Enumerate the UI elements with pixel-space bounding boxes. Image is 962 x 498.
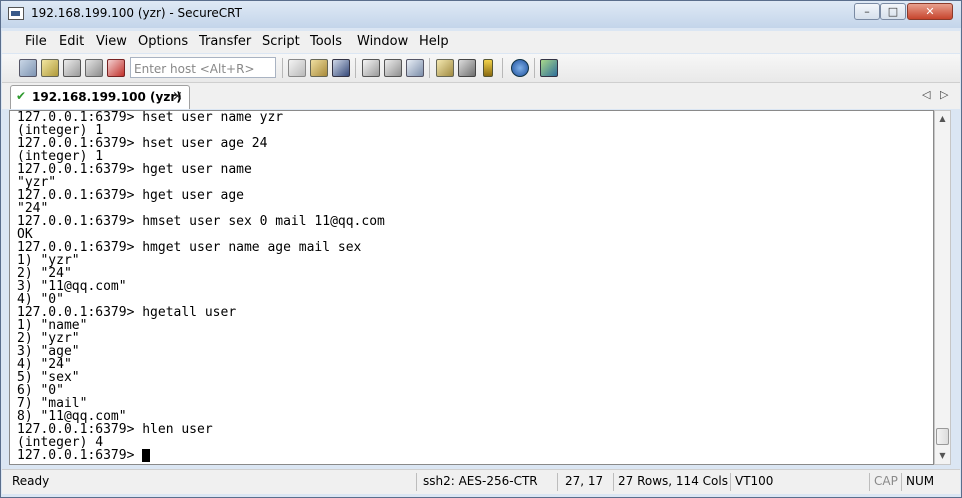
status-divider [416,473,417,491]
connected-check-icon: ✔ [16,89,27,103]
toolbar-separator [502,58,503,78]
terminal-prompt: 127.0.0.1:6379> [17,448,143,463]
terminal-line: 127.0.0.1:6379> hget user age [17,188,244,203]
terminal-prompt-line: 127.0.0.1:6379> [17,449,385,462]
close-button[interactable]: ✕ [907,3,953,20]
menu-view[interactable]: View [96,34,127,49]
session-tab-strip: ✔ 192.168.199.100 (yzr) × ◁ ▷ [2,83,960,109]
menu-script[interactable]: Script [262,34,300,49]
status-terminal-type: VT100 [735,474,774,488]
terminal-line: 3) "11@qq.com" [17,279,127,294]
tab-scroll-right-icon[interactable]: ▷ [940,88,948,101]
terminal-line: 3) "age" [17,344,80,359]
reconnect-icon[interactable] [85,59,103,77]
help-icon[interactable] [511,59,529,77]
scroll-down-icon[interactable]: ▼ [935,448,950,464]
status-divider [869,473,870,491]
status-divider [730,473,731,491]
log-session-icon[interactable] [406,59,424,77]
toolbar-separator [282,58,283,78]
find-icon[interactable] [332,59,350,77]
window-title: 192.168.199.100 (yzr) - SecureCRT [31,6,242,20]
maximize-button[interactable]: □ [880,3,906,20]
terminal-line: 127.0.0.1:6379> hget user name [17,162,252,177]
minimize-button[interactable]: – [854,3,880,20]
title-bar[interactable]: 192.168.199.100 (yzr) - SecureCRT – □ ✕ [1,1,961,28]
menu-tools[interactable]: Tools [310,34,342,49]
securecrt-window: 192.168.199.100 (yzr) - SecureCRT – □ ✕ … [0,0,962,498]
toolbar [2,54,960,83]
terminal-scrollbar[interactable]: ▲ ▼ [934,110,951,465]
paste-icon[interactable] [310,59,328,77]
menu-bar: File Edit View Options Transfer Script T… [2,31,960,53]
menu-transfer[interactable]: Transfer [199,34,251,49]
quick-connect-icon[interactable] [41,59,59,77]
keymap-icon[interactable] [483,59,493,77]
sftp-icon[interactable] [540,59,558,77]
menu-file[interactable]: File [25,34,47,49]
text-cursor [142,449,151,462]
status-num-lock: NUM [906,474,935,488]
terminal-output: 127.0.0.1:6379> hset user name yzr (integ… [17,111,385,462]
status-terminal-size: 27 Rows, 114 Cols [618,474,728,488]
toolbar-separator [534,58,535,78]
disconnect-icon[interactable] [107,59,125,77]
session-tab-label: 192.168.199.100 (yzr) [32,90,182,104]
connect-icon[interactable] [19,59,37,77]
menu-window[interactable]: Window [357,34,408,49]
session-tab[interactable]: ✔ 192.168.199.100 (yzr) × [10,85,190,109]
status-divider [613,473,614,491]
terminal-line: 127.0.0.1:6379> hmset user sex 0 mail 11… [17,214,385,229]
status-encryption: ssh2: AES-256-CTR [423,474,538,488]
print-screen-icon[interactable] [384,59,402,77]
toolbar-separator [429,58,430,78]
status-cursor-position: 27, 17 [565,474,604,488]
menu-help[interactable]: Help [419,34,449,49]
tab-close-icon[interactable]: × [172,89,183,104]
securecrt-app-icon[interactable] [8,7,24,20]
connect-in-tab-icon[interactable] [63,59,81,77]
print-icon[interactable] [362,59,380,77]
global-options-icon[interactable] [458,59,476,77]
session-options-icon[interactable] [436,59,454,77]
scroll-up-icon[interactable]: ▲ [935,111,950,127]
terminal-view[interactable]: 127.0.0.1:6379> hset user name yzr (integ… [9,110,934,465]
terminal-line: 1) "yzr" [17,253,80,268]
status-ready: Ready [12,474,50,488]
status-bar: Ready ssh2: AES-256-CTR 27, 17 27 Rows, … [2,469,960,494]
menu-edit[interactable]: Edit [59,34,84,49]
tab-scroll-left-icon[interactable]: ◁ [922,88,930,101]
scrollbar-thumb[interactable] [936,428,949,445]
quick-connect-input[interactable] [130,57,276,78]
terminal-line: 5) "sex" [17,370,80,385]
status-caps-lock: CAP [874,474,898,488]
copy-icon[interactable] [288,59,306,77]
menu-options[interactable]: Options [138,34,188,49]
toolbar-separator [355,58,356,78]
status-divider [901,473,902,491]
status-divider [557,473,558,491]
